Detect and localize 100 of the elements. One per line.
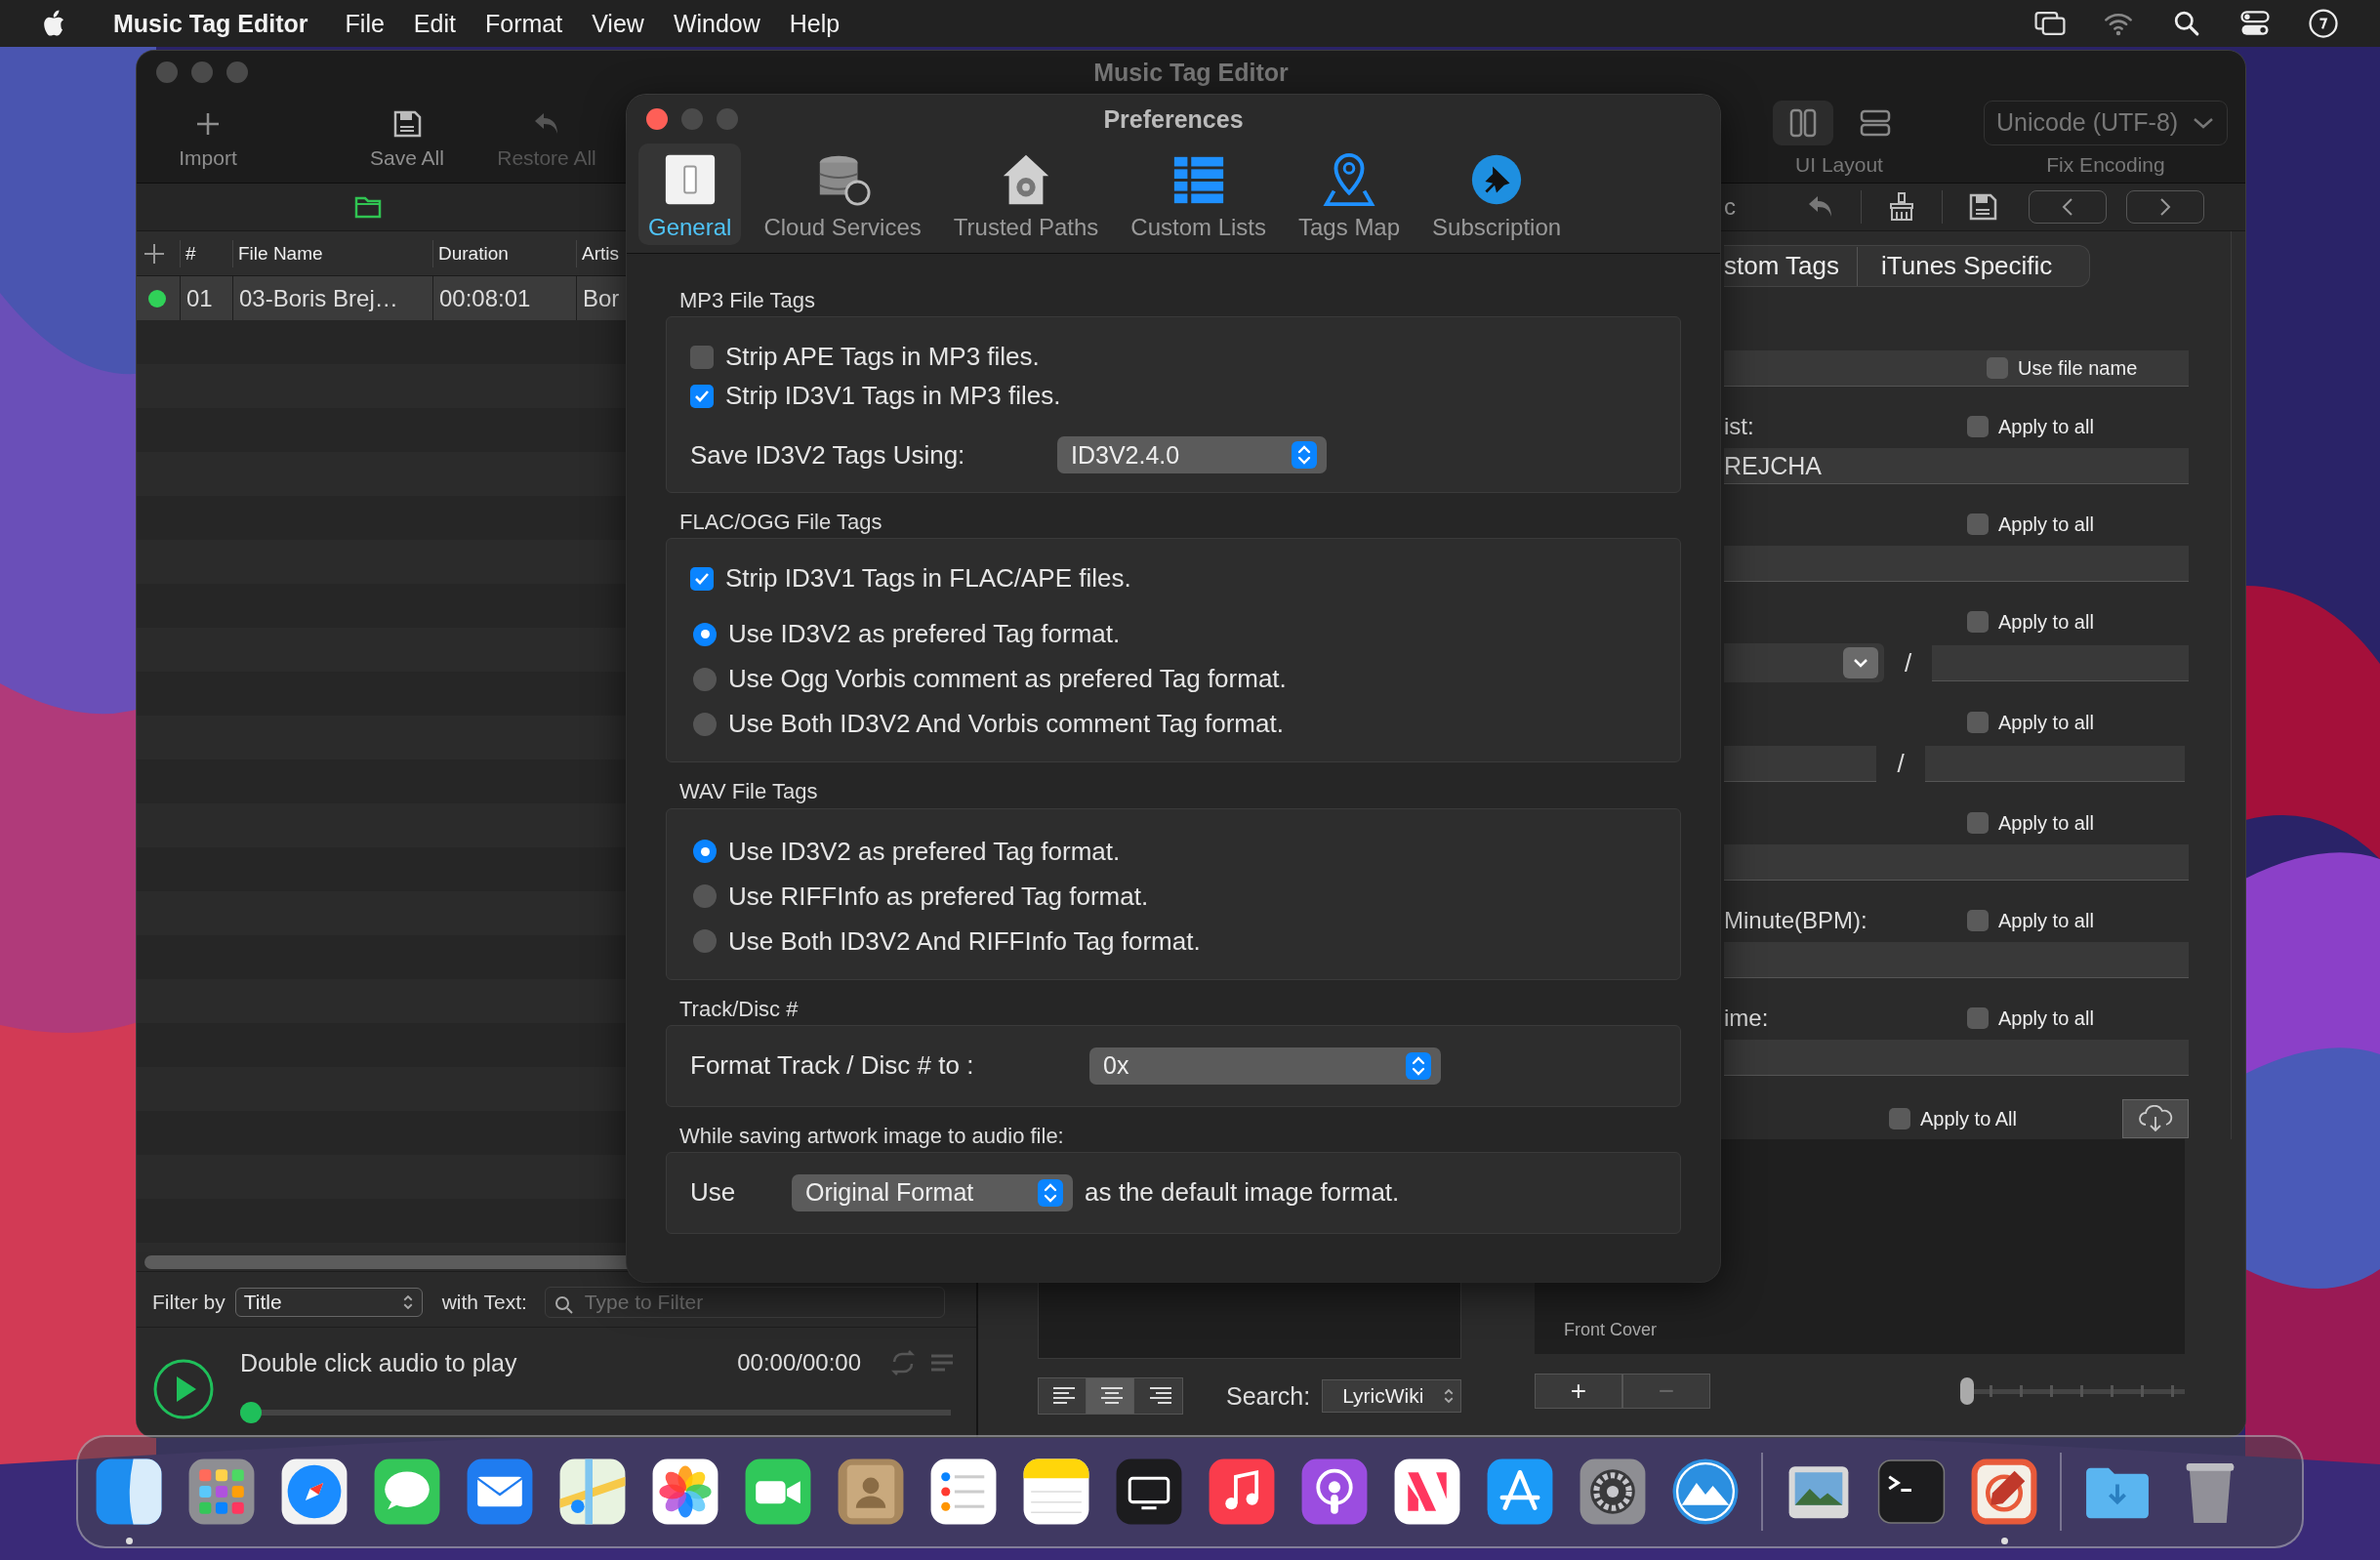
text-field[interactable]: REJCHA xyxy=(1724,448,2189,484)
menu-item[interactable]: Help xyxy=(789,9,841,38)
preferences-tab[interactable]: Custom Lists xyxy=(1121,144,1276,245)
slider-knob[interactable] xyxy=(240,1402,262,1423)
checkbox[interactable] xyxy=(1967,513,1989,535)
up-down-arrows-icon xyxy=(1443,1386,1455,1406)
layout-toggle[interactable] xyxy=(1773,100,1833,145)
dropdown[interactable]: 0x xyxy=(1089,1047,1441,1085)
checkbox[interactable] xyxy=(1967,1007,1989,1029)
text-field[interactable] xyxy=(1724,844,2189,881)
encoding-dropdown[interactable]: Unicode (UTF-8) xyxy=(1984,100,2228,145)
dropdown[interactable]: ID3V2.4.0 xyxy=(1057,436,1327,474)
column-header[interactable]: # xyxy=(181,239,233,267)
column-header[interactable]: Artis xyxy=(577,239,624,267)
radio-button[interactable] xyxy=(693,840,717,864)
column-header[interactable]: File Name xyxy=(233,239,433,267)
checkbox[interactable] xyxy=(1967,416,1989,437)
chevron-button[interactable] xyxy=(1843,647,1878,678)
checkbox-label: Apply to all xyxy=(1998,811,2094,835)
filter-label: with Text: xyxy=(441,1291,527,1314)
menu-item[interactable]: Window xyxy=(673,9,760,38)
tab[interactable]: iTunes Specific xyxy=(1857,246,2071,286)
toolbar-button[interactable]: Save All xyxy=(344,106,471,170)
search-icon xyxy=(554,1295,574,1315)
text-field[interactable] xyxy=(1724,942,2189,978)
text-field[interactable] xyxy=(1932,644,2189,681)
tab[interactable]: stom Tags xyxy=(1724,246,1857,286)
checkbox-label: Apply to all xyxy=(1998,909,2094,932)
app-menu[interactable]: Music Tag Editor xyxy=(113,9,308,38)
checkbox[interactable] xyxy=(690,384,714,408)
section-title: FLAC/OGG File Tags xyxy=(678,511,883,535)
preferences-tab[interactable]: Tags Map xyxy=(1289,144,1411,245)
search-label: Search: xyxy=(1226,1381,1311,1411)
filter-dropdown[interactable]: Title xyxy=(234,1288,423,1317)
preferences-tab[interactable]: General xyxy=(638,144,742,245)
chevron-right-icon xyxy=(2157,196,2173,218)
align-button[interactable] xyxy=(1087,1378,1134,1414)
section-title: WAV File Tags xyxy=(678,780,819,804)
field-label: ime: xyxy=(1724,1005,1769,1031)
radio-button[interactable] xyxy=(693,712,717,736)
section-title: Track/Disc # xyxy=(678,997,800,1021)
search-field[interactable]: Type to Filter xyxy=(544,1287,945,1318)
menu-item[interactable]: Format xyxy=(484,9,563,38)
text-field[interactable] xyxy=(1925,745,2185,782)
radio-button[interactable] xyxy=(693,667,717,691)
align-button[interactable] xyxy=(1039,1378,1087,1414)
dropdown[interactable]: Original Format xyxy=(792,1173,1073,1211)
checkbox[interactable] xyxy=(1987,357,2008,379)
up-down-arrows-icon xyxy=(401,1293,414,1312)
checkbox[interactable] xyxy=(1967,712,1989,733)
checkbox-label: Use file name xyxy=(2018,356,2138,380)
radio-button[interactable] xyxy=(693,884,717,909)
player-time: 00:00/00:00 xyxy=(737,1349,861,1376)
checkbox-label: Apply to all xyxy=(1998,711,2094,734)
preferences-tab[interactable]: Cloud Services xyxy=(754,144,931,245)
close-button[interactable] xyxy=(646,108,668,130)
table-cell-text: Bor xyxy=(582,283,621,313)
separator-text: / xyxy=(1896,748,1906,779)
checkbox-label: Apply to all xyxy=(1998,513,2094,536)
artwork-button[interactable]: + xyxy=(1535,1374,1622,1409)
align-button[interactable] xyxy=(1134,1378,1182,1414)
text-field[interactable] xyxy=(1724,745,1876,782)
window-title: Music Tag Editor xyxy=(1092,58,1290,87)
source-dropdown[interactable]: LyricWiki xyxy=(1322,1379,1461,1413)
column-header[interactable]: Duration xyxy=(433,239,577,267)
play-button[interactable] xyxy=(152,1358,215,1420)
radio-button[interactable] xyxy=(693,622,717,646)
text-field[interactable]: Use file name xyxy=(1724,350,2189,387)
checkbox-label: Apply to all xyxy=(1998,610,2094,634)
checkbox[interactable] xyxy=(1967,910,1989,931)
text-field[interactable] xyxy=(1724,546,2189,582)
artwork-caption: Front Cover xyxy=(1564,1320,1658,1340)
checkbox[interactable] xyxy=(1967,812,1989,834)
menu-item[interactable]: View xyxy=(592,9,644,38)
preferences-tab[interactable]: Trusted Paths xyxy=(943,144,1109,245)
clock-icon[interactable] xyxy=(2306,6,2341,41)
preferences-tab[interactable]: Subscription xyxy=(1422,144,1572,245)
player-status: Double click audio to play xyxy=(240,1348,517,1377)
checkbox-label: Strip ID3V1 Tags in MP3 files. xyxy=(725,381,1061,412)
radio-label: Use ID3V2 as prefered Tag format. xyxy=(728,619,1121,650)
menu-item[interactable]: Edit xyxy=(413,9,456,38)
menu-item[interactable]: File xyxy=(345,9,385,38)
radio-label: Use Ogg Vorbis comment as prefered Tag format. xyxy=(728,664,1287,695)
checkbox[interactable] xyxy=(690,566,714,591)
checkbox-label: Strip ID3V1 Tags in FLAC/APE files. xyxy=(725,563,1131,595)
toolbar-label: UI Layout xyxy=(1795,152,1883,177)
setting-label: Format Track / Disc # to : xyxy=(690,1050,975,1082)
checkbox[interactable] xyxy=(1967,611,1989,633)
slider-knob[interactable] xyxy=(1960,1377,1974,1405)
cloud-download-button[interactable] xyxy=(2122,1099,2189,1138)
text-field[interactable] xyxy=(1724,1040,2189,1076)
cloud-download-icon xyxy=(2136,1105,2175,1132)
field-label: Minute(BPM): xyxy=(1724,907,1867,933)
toolbar-button[interactable]: Import xyxy=(144,106,271,170)
checkbox[interactable] xyxy=(1889,1108,1910,1129)
checkbox[interactable] xyxy=(690,345,714,369)
radio-button[interactable] xyxy=(693,929,717,954)
setting-label: Use xyxy=(690,1177,737,1209)
checkbox-label: Apply to all xyxy=(1998,1006,2094,1030)
section-title: While saving artwork image to audio file: xyxy=(678,1124,1065,1148)
